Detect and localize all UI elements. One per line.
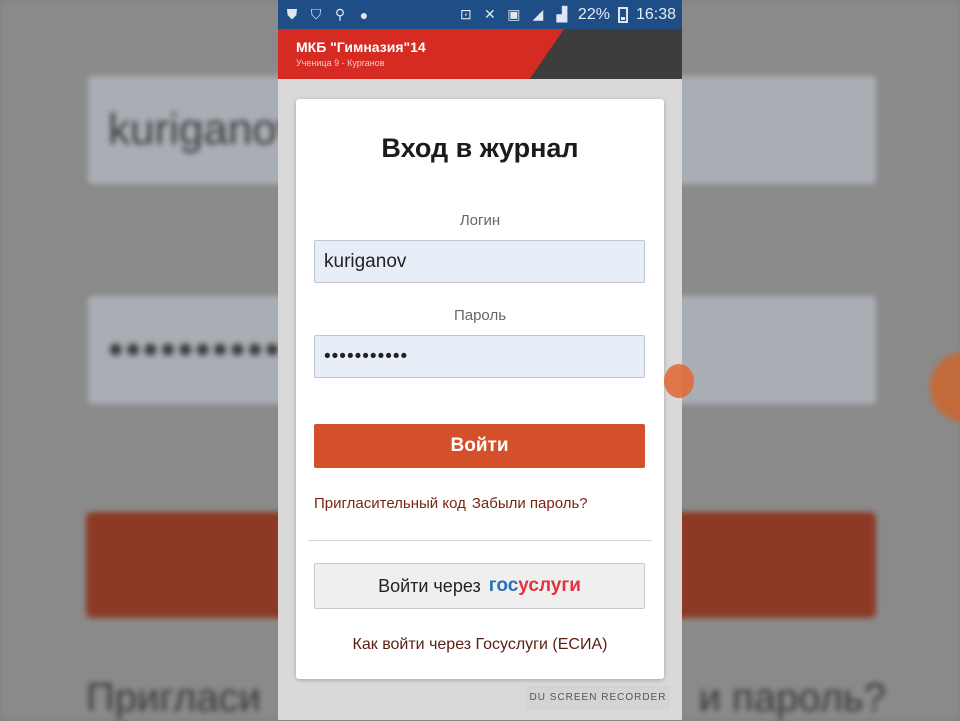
- gosuslugi-logo-red: услуги: [518, 575, 581, 596]
- password-label: Пароль: [453, 307, 507, 324]
- login-card: Вход в журнал Логин Пароль Войти Приглас…: [296, 99, 664, 679]
- site-title: МКБ "Гимназия"14: [296, 39, 426, 55]
- watermark: DU SCREEN RECORDER: [526, 686, 670, 710]
- status-bar-right: ⊡ ✕ ▣ ◢ ▟ 22% 16:38: [458, 6, 676, 24]
- site-subtitle: Ученица 9 - Курганов: [296, 58, 385, 68]
- message-icon: ●: [359, 6, 369, 23]
- clock: 16:38: [635, 5, 676, 23]
- login-input[interactable]: [314, 240, 645, 283]
- signal-icon: ▟: [556, 6, 568, 22]
- background-dot: [930, 352, 960, 422]
- sim-icon: ▣: [507, 6, 521, 22]
- cast-icon: ⊡: [460, 6, 472, 22]
- status-bar: ⛊ ⛉ ⚲ ● ⊡ ✕ ▣ ◢ ▟ 22% 16:38: [278, 0, 682, 29]
- battery-percent: 22%: [577, 5, 610, 23]
- site-header: МКБ "Гимназия"14 Ученица 9 - Курганов: [278, 29, 682, 79]
- mute-icon: ✕: [484, 6, 496, 22]
- wifi-icon: ◢: [532, 6, 544, 22]
- forgot-password-link[interactable]: Забыли пароль?: [472, 495, 588, 512]
- shield-check-icon: ⛉: [310, 6, 322, 22]
- gosuslugi-logo-blue: гос: [488, 575, 519, 596]
- login-label: Логин: [459, 212, 501, 229]
- shield-icon: ⛊: [286, 6, 298, 22]
- search-icon: ⚲: [334, 6, 346, 22]
- login-button[interactable]: Войти: [314, 424, 645, 468]
- background-link-left: Пригласи: [86, 676, 261, 720]
- background-link-right: и пароль?: [698, 676, 886, 720]
- login-title: Вход в журнал: [381, 133, 579, 163]
- gosuslugi-button-label: Войти через: [378, 575, 481, 596]
- divider: [308, 540, 652, 541]
- battery-icon: [617, 6, 628, 23]
- password-input[interactable]: [314, 335, 645, 378]
- status-bar-left: ⛊ ⛉ ⚲ ●: [284, 6, 372, 23]
- gosuslugi-login-button[interactable]: Войти через госуслуги: [314, 563, 645, 609]
- gosuslugi-logo: госуслуги: [489, 575, 581, 597]
- phone-screen: ⛊ ⛉ ⚲ ● ⊡ ✕ ▣ ◢ ▟ 22% 16:38 МКБ "Гимнази…: [278, 0, 682, 720]
- gosuslugi-help-link[interactable]: Как войти через Госуслуги (ЕСИА): [296, 636, 664, 654]
- invite-code-link[interactable]: Пригласительный код: [314, 495, 466, 512]
- floating-recorder-icon[interactable]: [664, 364, 694, 398]
- auth-links: Пригласительный код Забыли пароль?: [314, 495, 646, 512]
